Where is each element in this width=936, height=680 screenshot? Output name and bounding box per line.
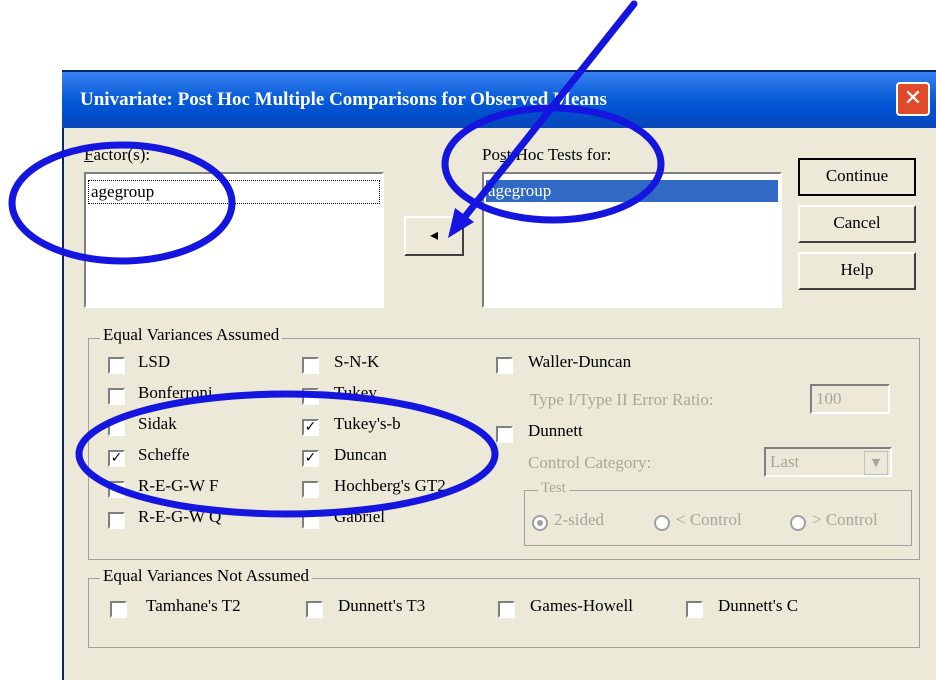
factors-highlight-ellipse bbox=[8, 141, 236, 265]
annotation-overlay bbox=[8, 0, 665, 518]
selected-tests-highlight-ellipse bbox=[75, 390, 499, 518]
